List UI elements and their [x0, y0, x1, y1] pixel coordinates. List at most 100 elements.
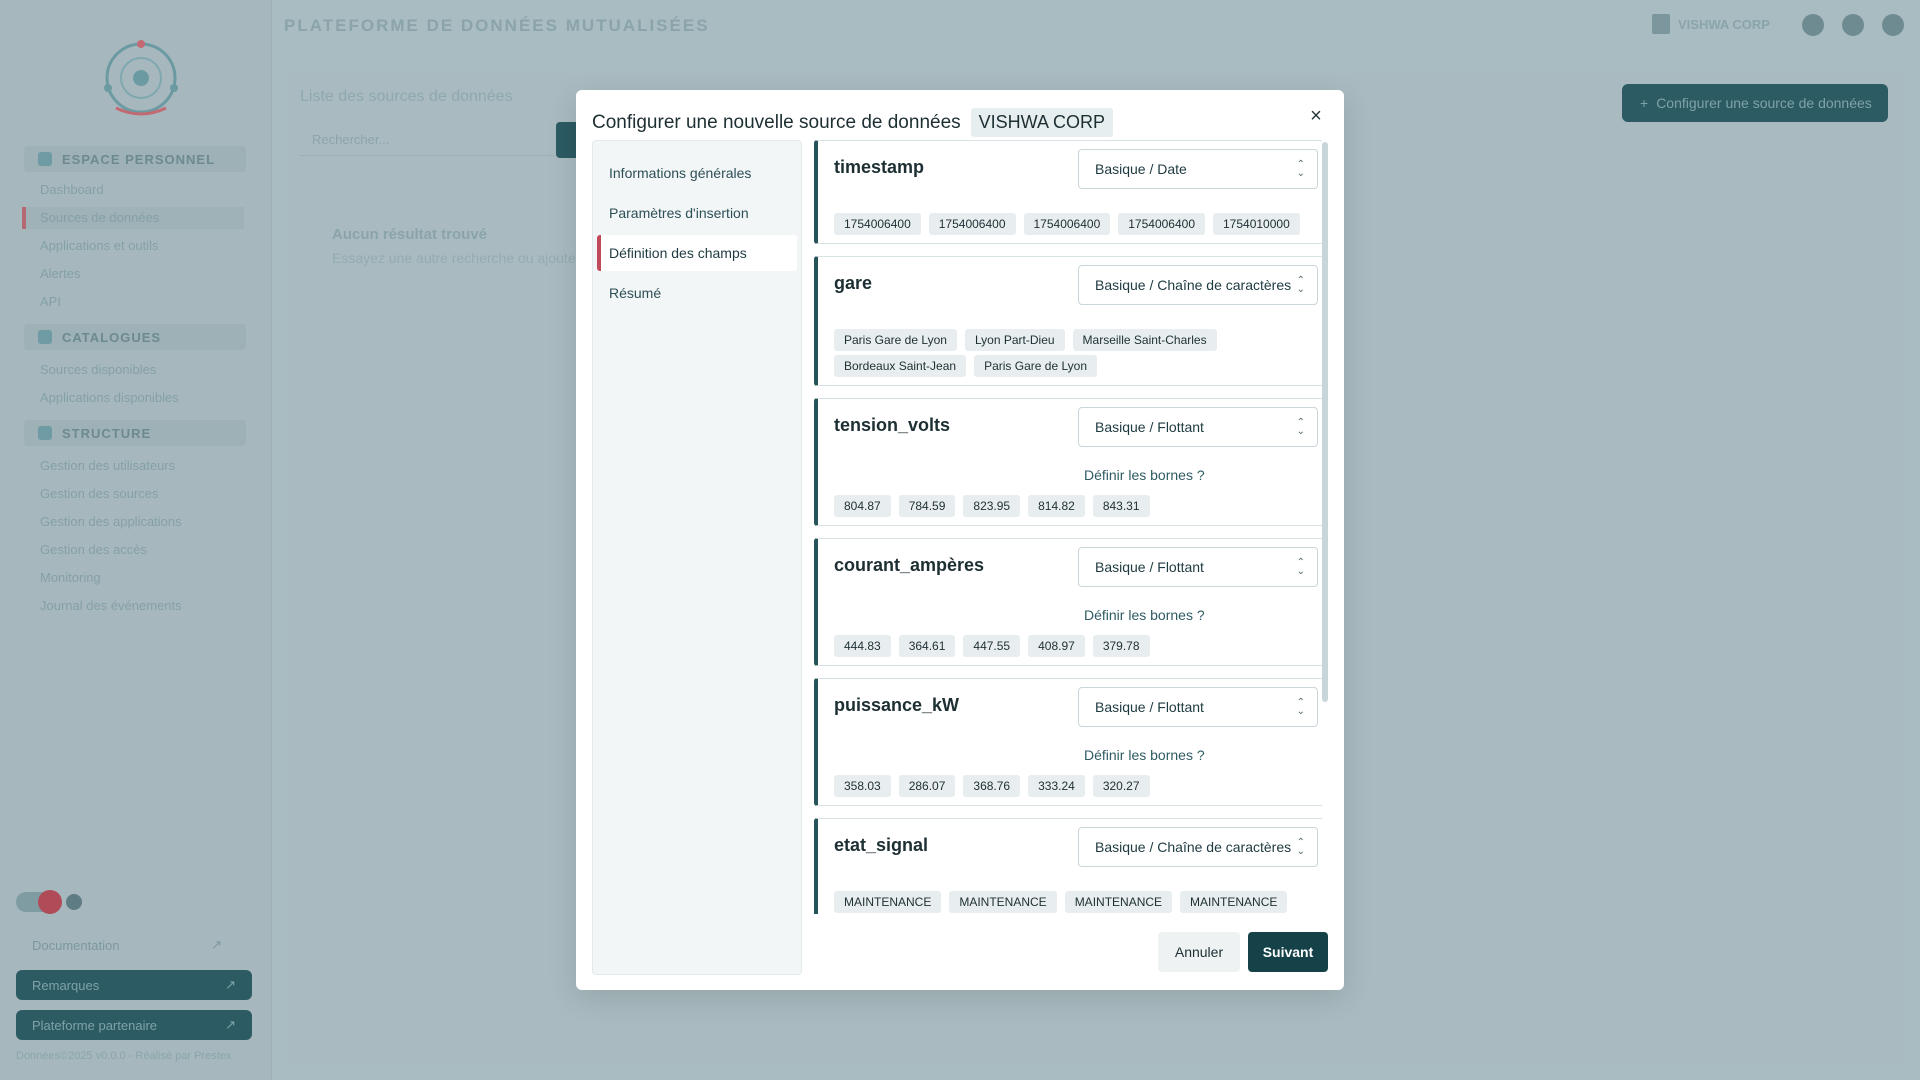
step-definition-champs[interactable]: Définition des champs [597, 235, 797, 271]
field-type-value: Basique / Flottant [1095, 699, 1204, 715]
define-bounds-link[interactable]: Définir les bornes ? [1084, 467, 1205, 483]
nav-item-monitoring[interactable]: Monitoring [40, 570, 101, 585]
chevron-up-down-icon: ⌃ ⌄ [1296, 697, 1305, 717]
nav-item-journal[interactable]: Journal des événements [40, 598, 182, 613]
field-type-value: Basique / Chaîne de caractères [1095, 839, 1292, 855]
catalog-icon [38, 330, 52, 344]
modal-header: Configurer une nouvelle source de donnée… [592, 108, 1114, 137]
search-input[interactable]: Rechercher... [300, 124, 556, 156]
field-card: gare Basique / Chaîne de caractères ⌃ ⌄ P… [814, 256, 1324, 386]
remarques-label: Remarques [32, 977, 100, 993]
step-resume[interactable]: Résumé [597, 275, 797, 311]
sample-values: 444.83 364.61 447.55 408.97 379.78 [834, 635, 1313, 657]
nav-section-label: STRUCTURE [62, 425, 152, 441]
sample-chip: 408.97 [1028, 635, 1085, 657]
plateforme-partenaire-label: Plateforme partenaire [32, 1017, 158, 1033]
sample-chip: 1754010000 [1213, 213, 1300, 235]
field-type-select[interactable]: Basique / Flottant ⌃ ⌄ [1078, 407, 1318, 447]
empty-state-title: Aucun résultat trouvé [332, 226, 488, 243]
field-type-value: Basique / Flottant [1095, 559, 1204, 575]
nav-item-applications[interactable]: Applications et outils [40, 238, 159, 253]
sample-chip: Paris Gare de Lyon [974, 355, 1098, 377]
sample-chip: 1754006400 [928, 213, 1016, 235]
field-name: courant_ampères [834, 555, 985, 575]
sample-chip: 1754006400 [1118, 213, 1205, 235]
define-bounds-link[interactable]: Définir les bornes ? [1084, 607, 1205, 623]
nav-section-structure: STRUCTURE [24, 420, 246, 446]
chevron-up-down-icon: ⌃ ⌄ [1296, 837, 1305, 857]
nav-item-sources[interactable]: Sources de données [40, 210, 159, 225]
plateforme-partenaire-button[interactable]: Plateforme partenaire ↗ [16, 1010, 252, 1040]
sample-values: MAINTENANCE MAINTENANCE MAINTENANCE MAIN… [834, 891, 1313, 913]
stepper: Informations générales Paramètres d'inse… [592, 140, 802, 975]
configure-source-modal: Configurer une nouvelle source de donnée… [576, 90, 1344, 990]
nav-section-label: ESPACE PERSONNEL [62, 151, 216, 167]
sample-chip: 358.03 [834, 775, 891, 797]
sample-chip: 364.61 [898, 635, 956, 657]
sample-chip: Lyon Part-Dieu [964, 329, 1065, 351]
field-name: timestamp [834, 157, 925, 177]
nav-item-gestion-applications[interactable]: Gestion des applications [40, 514, 182, 529]
sample-values: Paris Gare de Lyon Lyon Part-Dieu Marsei… [834, 329, 1313, 377]
building-icon [38, 426, 52, 440]
modal-title: Configurer une nouvelle source de donnée… [592, 111, 961, 133]
next-button[interactable]: Suivant [1248, 932, 1328, 972]
step-parametres-insertion[interactable]: Paramètres d'insertion [597, 195, 797, 231]
sample-chip: 447.55 [963, 635, 1021, 657]
sample-chip: 804.87 [834, 495, 891, 517]
field-name: gare [834, 273, 873, 293]
field-type-select[interactable]: Basique / Flottant ⌃ ⌄ [1078, 547, 1318, 587]
nav-item-gestion-acces[interactable]: Gestion des accès [40, 542, 147, 557]
step-informations-generales[interactable]: Informations générales [597, 155, 797, 191]
remarques-button[interactable]: Remarques ↗ [16, 970, 252, 1000]
nav-item-gestion-sources[interactable]: Gestion des sources [40, 486, 159, 501]
field-type-value: Basique / Flottant [1095, 419, 1204, 435]
nav-item-applications-disponibles[interactable]: Applications disponibles [40, 390, 179, 405]
field-card: puissance_kW Basique / Flottant ⌃ ⌄ Défin… [814, 678, 1324, 806]
field-type-value: Basique / Chaîne de caractères [1095, 277, 1292, 293]
sample-chip: MAINTENANCE [1064, 891, 1173, 913]
field-type-select[interactable]: Basique / Date ⌃ ⌄ [1078, 149, 1318, 189]
field-card: tension_volts Basique / Flottant ⌃ ⌄ Défi… [814, 398, 1324, 526]
documentation-link[interactable]: Documentation ↗ [16, 934, 238, 956]
field-type-select[interactable]: Basique / Flottant ⌃ ⌄ [1078, 687, 1318, 727]
sample-chip: Paris Gare de Lyon [834, 329, 957, 351]
field-name: etat_signal [834, 835, 929, 855]
sample-chip: MAINTENANCE [1180, 891, 1288, 913]
nav-item-api[interactable]: API [40, 294, 61, 309]
user-icon [38, 152, 52, 166]
gear-icon[interactable] [1842, 14, 1864, 36]
sample-chip: Marseille Saint-Charles [1072, 329, 1217, 351]
chevron-up-down-icon: ⌃ ⌄ [1296, 557, 1305, 577]
sample-chip: 444.83 [834, 635, 891, 657]
sample-chip: 379.78 [1092, 635, 1150, 657]
sample-chip: Bordeaux Saint-Jean [834, 355, 967, 377]
configure-source-label: Configurer une source de données [1656, 95, 1872, 111]
org-selector[interactable]: VISHWA CORP [1652, 14, 1770, 34]
sample-chip: 1754006400 [1023, 213, 1111, 235]
configure-source-button[interactable]: + Configurer une source de données [1622, 84, 1888, 122]
sample-chip: 286.07 [898, 775, 956, 797]
moon-icon [66, 894, 82, 910]
field-type-select[interactable]: Basique / Chaîne de caractères ⌃ ⌄ [1078, 827, 1318, 867]
cancel-button[interactable]: Annuler [1158, 932, 1240, 972]
nav-item-utilisateurs[interactable]: Gestion des utilisateurs [40, 458, 175, 473]
nav-item-dashboard[interactable]: Dashboard [40, 182, 104, 197]
field-type-value: Basique / Date [1095, 161, 1187, 177]
close-button[interactable]: × [1306, 106, 1326, 126]
building-icon [1652, 14, 1670, 34]
nav-item-alertes[interactable]: Alertes [40, 266, 80, 281]
scrollbar-thumb[interactable] [1322, 142, 1328, 702]
logout-icon[interactable] [1882, 14, 1904, 36]
nav-item-sources-disponibles[interactable]: Sources disponibles [40, 362, 156, 377]
field-type-select[interactable]: Basique / Chaîne de caractères ⌃ ⌄ [1078, 265, 1318, 305]
theme-toggle[interactable] [16, 890, 82, 914]
sample-chip: 1754006400 [834, 213, 921, 235]
define-bounds-link[interactable]: Définir les bornes ? [1084, 747, 1205, 763]
documentation-label: Documentation [32, 937, 120, 953]
fields-list: timestamp Basique / Date ⌃ ⌄ 1754006400 1… [814, 140, 1328, 914]
sample-chip: 823.95 [963, 495, 1021, 517]
bell-icon[interactable] [1802, 14, 1824, 36]
toggle-track[interactable] [16, 890, 62, 914]
chevron-up-down-icon: ⌃ ⌄ [1296, 275, 1305, 295]
